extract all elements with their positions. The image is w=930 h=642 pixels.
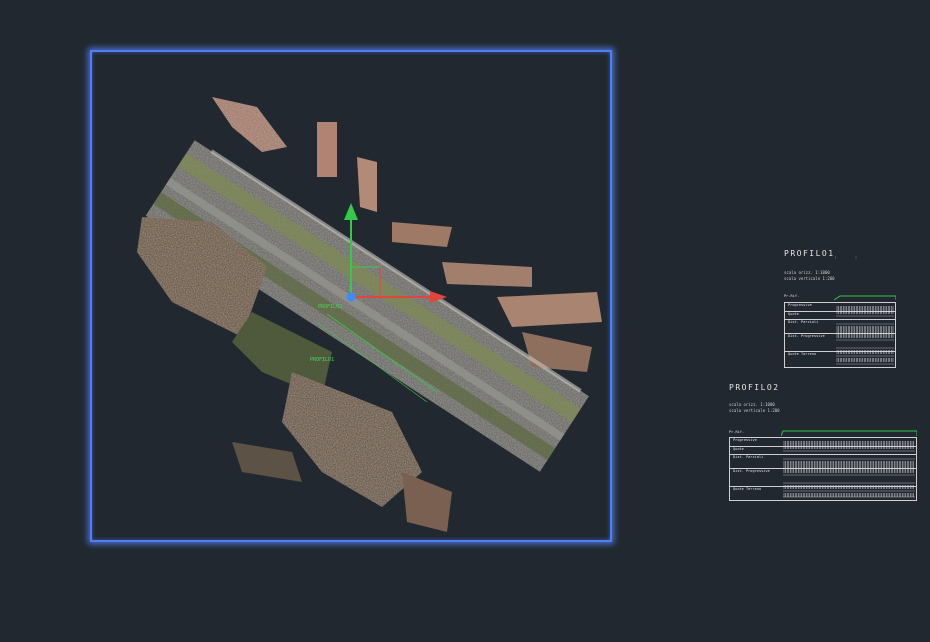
profile-sheet-1: PROFILO1 scala orizz. 1:1000 scala verti… — [784, 249, 904, 369]
profile-graph — [834, 295, 896, 301]
profile-ticks — [836, 306, 894, 365]
scale-vertical: scala verticale 1:200 — [729, 408, 780, 413]
scale-vertical: scala verticale 1:200 — [784, 276, 835, 281]
profile-ticks — [783, 441, 915, 498]
viewport-frame[interactable] — [90, 50, 612, 542]
profile-sheet-2: PROFILO2 scala orizz. 1:1000 scala verti… — [729, 383, 921, 508]
profile-title: PROFILO2 — [729, 383, 780, 392]
